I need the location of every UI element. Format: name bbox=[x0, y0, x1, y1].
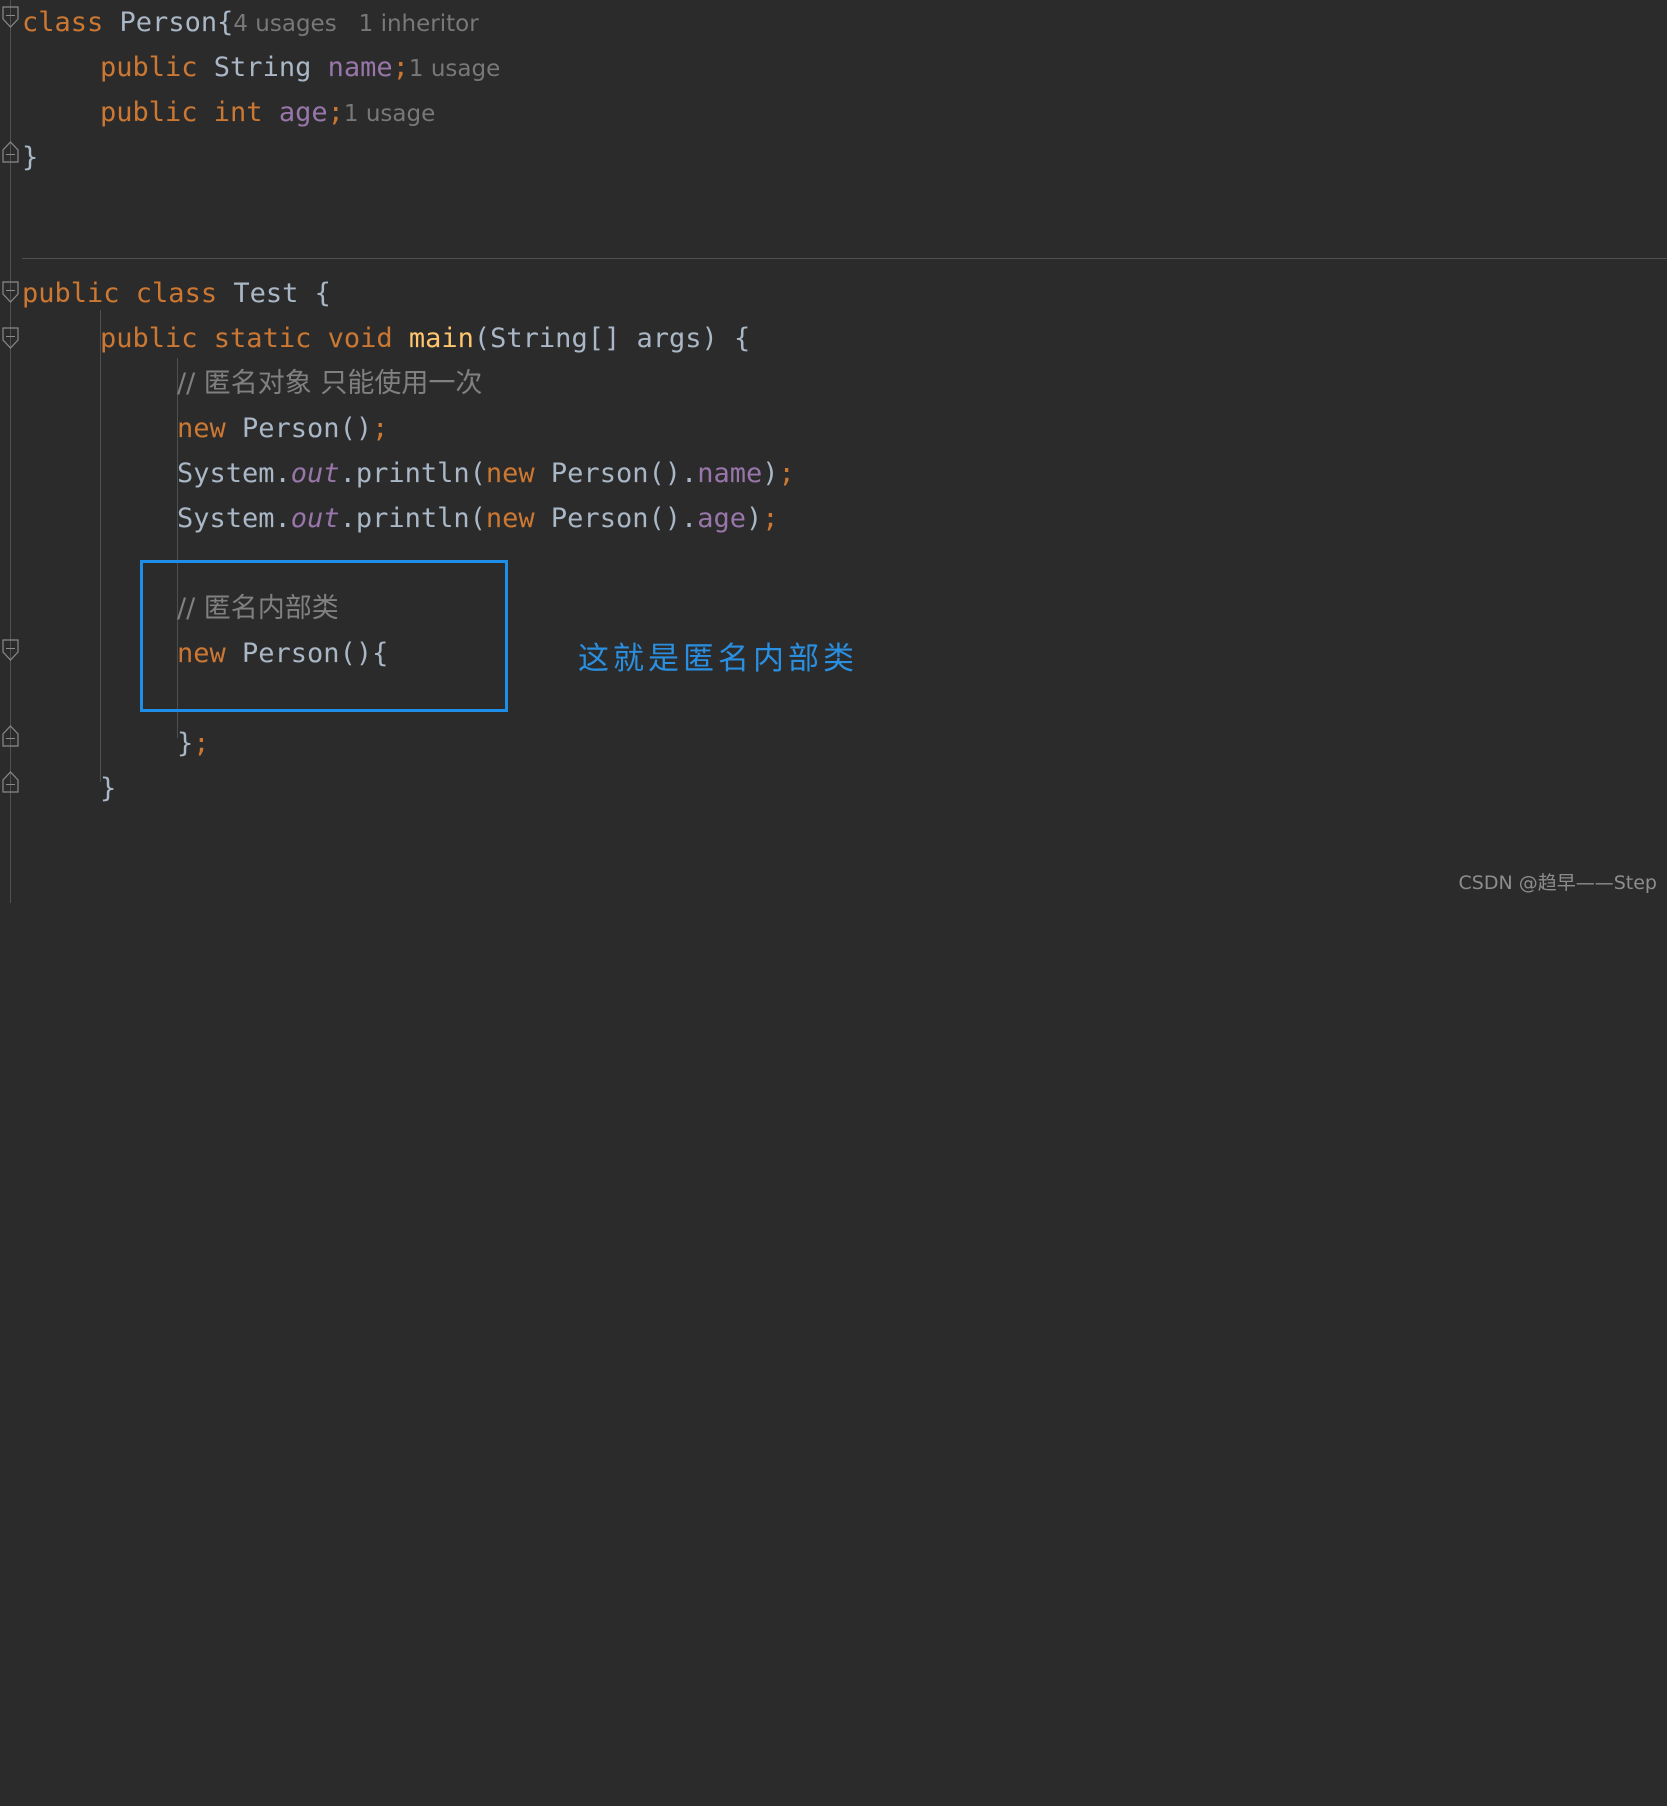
keyword-int: int bbox=[213, 97, 279, 128]
keyword-public: public bbox=[100, 97, 214, 128]
constructor-person: Person() bbox=[550, 458, 681, 489]
inlay-hint-inheritor[interactable]: 1 inheritor bbox=[359, 11, 479, 37]
keyword-new: new bbox=[177, 638, 243, 669]
fold-minus-bar bbox=[6, 336, 15, 337]
constructor-person: Person() bbox=[242, 413, 373, 444]
keyword-public: public bbox=[100, 52, 214, 83]
comment-anonymous-inner-class: // 匿名内部类 bbox=[177, 593, 339, 624]
closing-paren: ) bbox=[762, 458, 779, 489]
closing-brace-anonymous: } bbox=[177, 728, 194, 759]
code-line-13[interactable]: // 匿名内部类 bbox=[22, 586, 339, 631]
keyword-new: new bbox=[485, 503, 551, 534]
fold-minus-bar bbox=[6, 154, 15, 155]
closing-paren: ) bbox=[746, 503, 763, 534]
fold-end-icon bbox=[2, 771, 19, 793]
keyword-class: class bbox=[22, 7, 120, 38]
constructor-person: Person() bbox=[550, 503, 681, 534]
code-line-2[interactable]: public String name;1 usage bbox=[22, 45, 500, 90]
type-string: String bbox=[213, 52, 328, 83]
static-field-out: out bbox=[290, 503, 340, 534]
inlay-hint-spacer bbox=[337, 11, 359, 37]
closing-brace-person: } bbox=[22, 142, 39, 173]
code-line-8[interactable]: // 匿名对象 只能使用一次 bbox=[22, 361, 482, 406]
keyword-new: new bbox=[177, 413, 243, 444]
code-content[interactable]: class Person{4 usages 1 inheritor public… bbox=[22, 0, 1667, 903]
code-line-10[interactable]: System.out.println(new Person().name); bbox=[22, 451, 795, 496]
editor-gutter[interactable] bbox=[0, 0, 22, 903]
fold-collapse-icon bbox=[2, 6, 19, 28]
fold-marker-class-person-end[interactable] bbox=[2, 141, 19, 163]
system-class: System. bbox=[177, 458, 291, 489]
code-line-16[interactable]: }; bbox=[22, 721, 210, 766]
keyword-static: static bbox=[213, 323, 328, 354]
comment-anonymous-object: // 匿名对象 只能使用一次 bbox=[177, 368, 483, 399]
gutter-rail bbox=[10, 0, 11, 903]
semicolon: ; bbox=[327, 97, 344, 128]
keyword-public: public bbox=[100, 323, 214, 354]
keyword-void: void bbox=[327, 323, 409, 354]
code-line-4[interactable]: } bbox=[22, 135, 38, 180]
fold-marker-main-method[interactable] bbox=[2, 327, 19, 349]
type-name-test: Test bbox=[233, 278, 299, 309]
field-age: age bbox=[278, 97, 328, 128]
keyword-class: class bbox=[135, 278, 234, 309]
code-line-17[interactable]: } bbox=[22, 766, 116, 811]
semicolon: ; bbox=[372, 413, 389, 444]
semicolon: ; bbox=[392, 52, 409, 83]
semicolon: ; bbox=[778, 458, 795, 489]
println-call: .println( bbox=[339, 458, 486, 489]
fold-end-icon bbox=[2, 141, 19, 163]
method-name-main: main bbox=[408, 323, 474, 354]
fold-collapse-icon bbox=[2, 327, 19, 349]
fold-marker-anonymous-class[interactable] bbox=[2, 639, 19, 661]
semicolon: ; bbox=[193, 728, 210, 759]
field-name: name bbox=[697, 458, 763, 489]
fold-collapse-icon bbox=[2, 281, 19, 303]
dot: . bbox=[680, 458, 698, 489]
watermark-csdn: CSDN @趋早——Step bbox=[1458, 872, 1657, 894]
println-call: .println( bbox=[339, 503, 486, 534]
semicolon: ; bbox=[762, 503, 779, 534]
fold-marker-main-end[interactable] bbox=[2, 725, 19, 747]
fold-minus-bar bbox=[6, 15, 15, 16]
type-name-person: Person{ bbox=[119, 7, 234, 38]
closing-brace-main: } bbox=[100, 773, 117, 804]
class-separator-line bbox=[22, 258, 1667, 259]
code-line-3[interactable]: public int age;1 usage bbox=[22, 90, 435, 135]
fold-marker-class-test[interactable] bbox=[2, 281, 19, 303]
annotation-label-anonymous-inner-class: 这就是匿名内部类 bbox=[578, 641, 858, 677]
opening-brace-test: { bbox=[298, 278, 331, 309]
fold-minus-bar bbox=[6, 648, 15, 649]
keyword-new: new bbox=[485, 458, 551, 489]
fold-marker-class-test-end[interactable] bbox=[2, 771, 19, 793]
method-params: (String[] args) { bbox=[473, 323, 751, 354]
fold-minus-bar bbox=[6, 738, 15, 739]
anonymous-class-person: Person(){ bbox=[242, 638, 389, 669]
field-age: age bbox=[697, 503, 747, 534]
fold-collapse-icon bbox=[2, 639, 19, 661]
inlay-hint-usage-age[interactable]: 1 usage bbox=[344, 101, 435, 127]
code-line-14[interactable]: new Person(){ bbox=[22, 631, 388, 676]
fold-end-icon bbox=[2, 725, 19, 747]
static-field-out: out bbox=[290, 458, 340, 489]
code-editor[interactable]: class Person{4 usages 1 inheritor public… bbox=[0, 0, 1667, 903]
inlay-hint-usages[interactable]: 4 usages bbox=[233, 11, 336, 37]
fold-marker-class-person[interactable] bbox=[2, 6, 19, 28]
code-line-1[interactable]: class Person{4 usages 1 inheritor bbox=[22, 0, 479, 45]
system-class: System. bbox=[177, 503, 291, 534]
code-line-6[interactable]: public class Test { bbox=[22, 271, 331, 316]
keyword-public: public bbox=[22, 278, 136, 309]
code-line-9[interactable]: new Person(); bbox=[22, 406, 388, 451]
fold-minus-bar bbox=[6, 784, 15, 785]
field-name: name bbox=[327, 52, 393, 83]
inlay-hint-usage-name[interactable]: 1 usage bbox=[409, 56, 500, 82]
dot: . bbox=[680, 503, 698, 534]
fold-minus-bar bbox=[6, 290, 15, 291]
code-line-11[interactable]: System.out.println(new Person().age); bbox=[22, 496, 779, 541]
code-line-7[interactable]: public static void main(String[] args) { bbox=[22, 316, 750, 361]
